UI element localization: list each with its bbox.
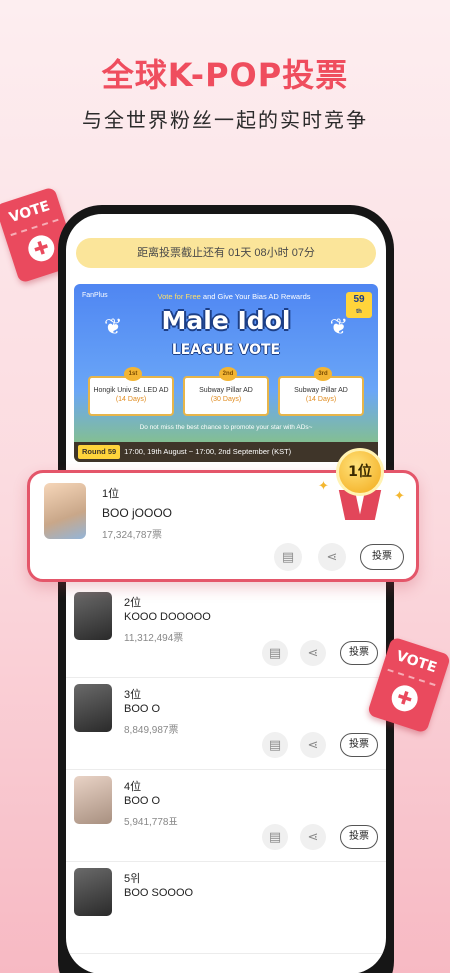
rank-label: 3位 (124, 689, 142, 701)
idol-name: BOO O (124, 703, 161, 715)
share-icon[interactable]: ⋖ (300, 640, 326, 666)
vote-button[interactable]: 投票 (360, 544, 404, 570)
first-place-award-icon: 1位 (330, 448, 392, 528)
banner-tagline: Vote for Free and Give Your Bias AD Rewa… (157, 292, 311, 301)
banner-title: Male Idol (161, 306, 291, 335)
idol-name: KOOO DOOOOO (124, 611, 211, 623)
medal-icon: 2nd (219, 367, 237, 381)
vote-count: 17,324,787票 (102, 530, 163, 541)
idol-name: BOO SOOOO (124, 887, 194, 899)
list-item[interactable]: 4位 BOO O 5,941,778표 ▤ ⋖ 投票 (66, 770, 386, 862)
news-icon[interactable]: ▤ (262, 824, 288, 850)
ticket-logo-icon: ✚ (388, 681, 422, 715)
vote-count: 8,849,987票 (124, 725, 179, 736)
league-banner[interactable]: FanPlus Vote for Free and Give Your Bias… (74, 284, 378, 462)
sparkle-icon: ✦ (394, 488, 405, 503)
share-icon[interactable]: ⋖ (318, 543, 346, 571)
prize-first: 1st Hongik Univ St. LED AD (14 Days) (88, 367, 174, 416)
ticket-label: VOTE (394, 648, 439, 677)
medal-icon: 3rd (314, 367, 332, 381)
vote-count: 11,312,494票 (124, 633, 184, 644)
news-icon[interactable]: ▤ (274, 543, 302, 571)
sparkle-icon: ✦ (318, 478, 329, 493)
deadline-bar: 距离投票截止还有 01天 08小时 07分 (76, 238, 376, 268)
banner-note: Do not miss the best chance to promote y… (139, 424, 313, 431)
idol-photo (74, 868, 112, 916)
idol-photo (44, 483, 86, 539)
rank-label: 5위 (124, 873, 141, 885)
list-item[interactable]: 5위 BOO SOOOO (66, 862, 386, 954)
share-icon[interactable]: ⋖ (300, 824, 326, 850)
subheadline: 与全世界粉丝一起的实时竞争 (82, 108, 368, 132)
ticket-logo-icon: ✚ (24, 231, 58, 265)
idol-name: BOO jOOOO (102, 506, 173, 520)
vote-button[interactable]: 投票 (340, 733, 378, 757)
prize-second: 2nd Subway Pillar AD (30 Days) (183, 367, 269, 416)
idol-photo (74, 776, 112, 824)
vote-count: 5,941,778표 (124, 817, 178, 828)
rank-label: 2位 (124, 597, 142, 609)
phone-screen: 距离投票截止还有 01天 08小时 07分 FanPlus Vote for F… (66, 214, 386, 973)
news-icon[interactable]: ▤ (262, 640, 288, 666)
share-icon[interactable]: ⋖ (300, 732, 326, 758)
news-icon[interactable]: ▤ (262, 732, 288, 758)
banner-brand: FanPlus (82, 292, 108, 299)
idol-name: BOO O (124, 795, 161, 807)
medal-icon: 1st (124, 367, 142, 381)
prize-third: 3rd Subway Pillar AD (14 Days) (278, 367, 364, 416)
ticket-label: VOTE (7, 198, 52, 227)
rank-label: 1位 (102, 488, 120, 500)
award-badge: 1位 (336, 448, 384, 496)
list-item[interactable]: 3位 BOO O 8,849,987票 ▤ ⋖ 投票 (66, 678, 386, 770)
idol-photo (74, 592, 112, 640)
headline: 全球K-POP投票 (101, 56, 349, 94)
vote-button[interactable]: 投票 (340, 641, 378, 665)
list-item[interactable]: 2位 KOOO DOOOOO 11,312,494票 ▤ ⋖ 投票 (66, 586, 386, 678)
idol-photo (74, 684, 112, 732)
rank-label: 4位 (124, 781, 142, 793)
banner-subtitle: LEAGUE VOTE (171, 342, 281, 358)
vote-button[interactable]: 投票 (340, 825, 378, 849)
